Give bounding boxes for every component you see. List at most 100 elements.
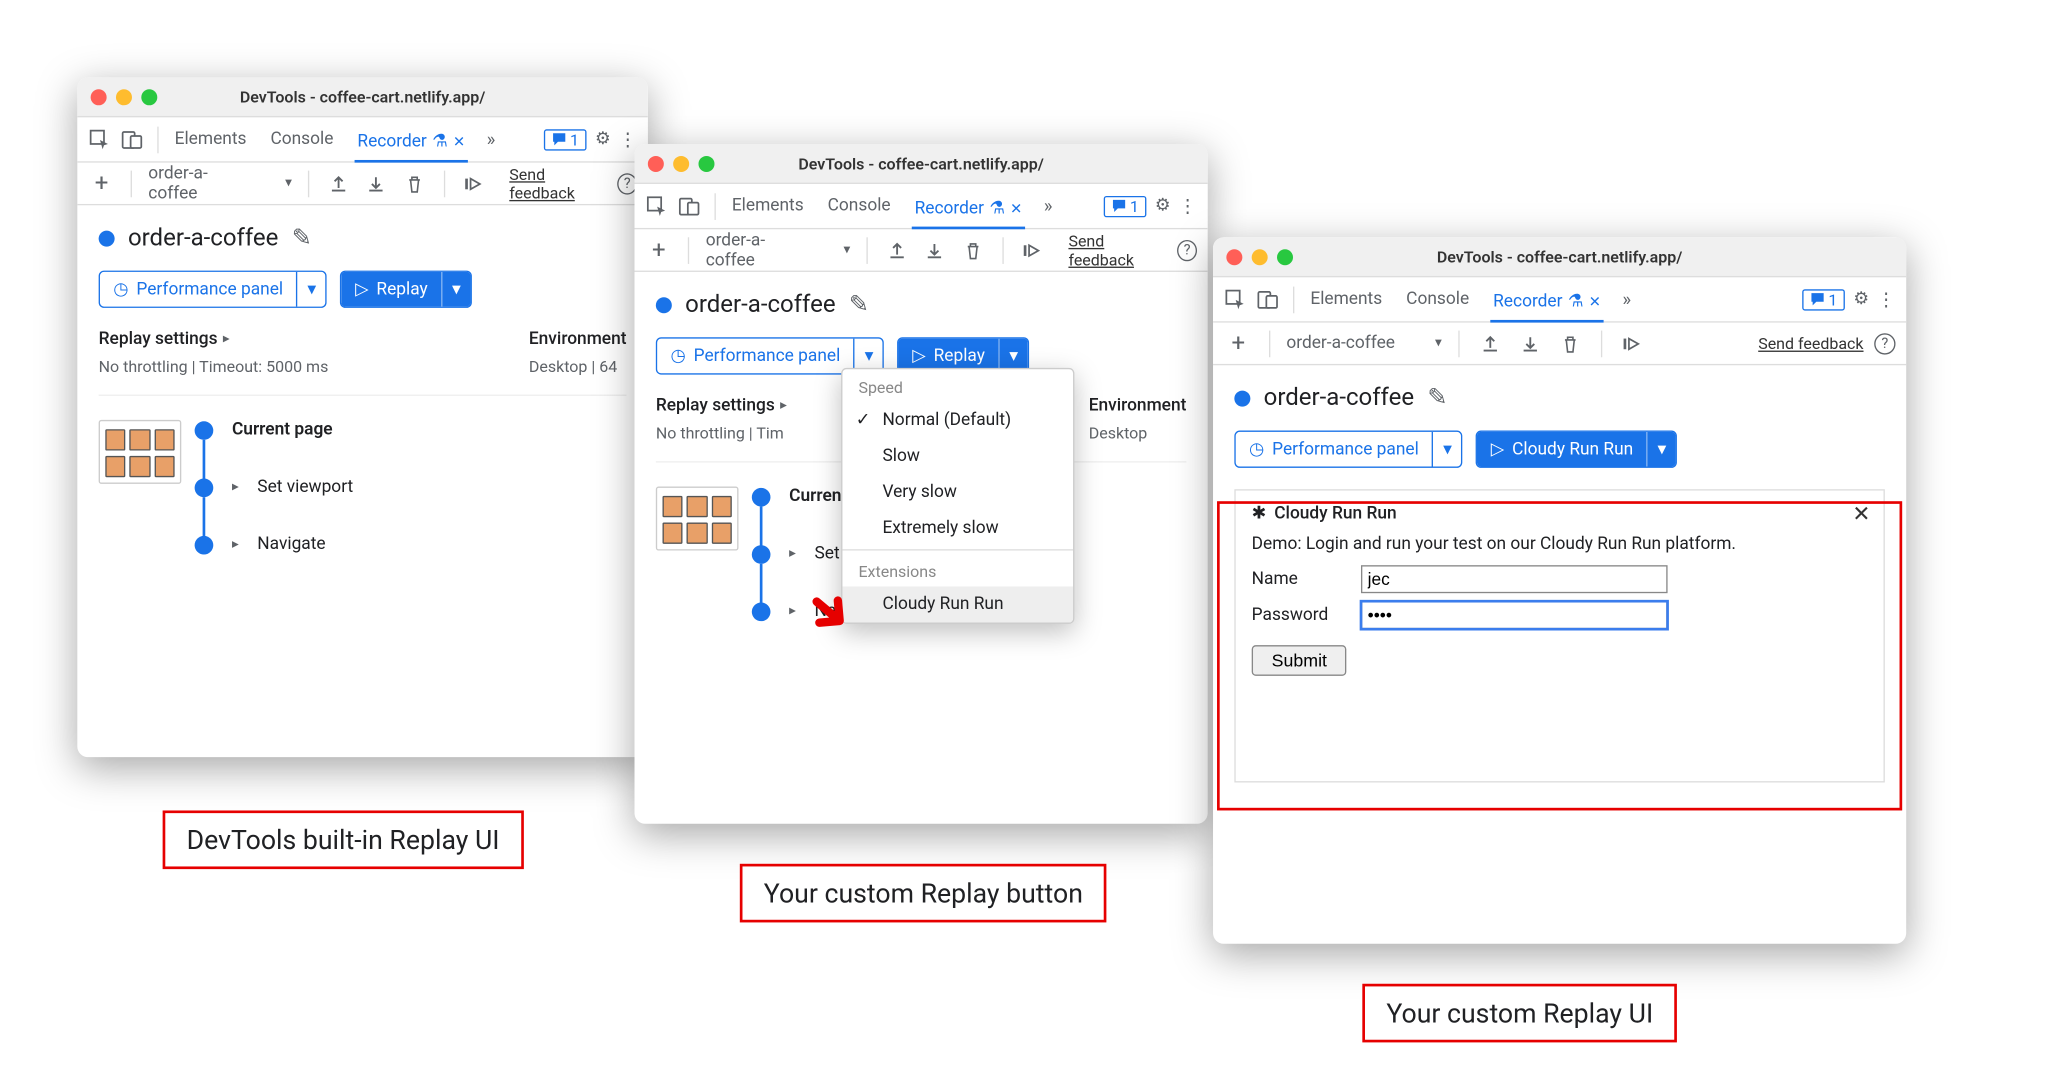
import-icon[interactable] bbox=[363, 169, 390, 198]
performance-panel-button[interactable]: ◷Performance panel▾ bbox=[1234, 431, 1462, 468]
add-recording-icon[interactable]: + bbox=[645, 235, 672, 264]
tab-recorder[interactable]: Recorder ⚗ ✕ bbox=[355, 124, 468, 163]
step-set-viewport[interactable]: ▸Set viewport bbox=[195, 477, 627, 497]
issues-badge[interactable]: 1 bbox=[543, 129, 587, 150]
speed-option-normal[interactable]: Normal (Default) bbox=[842, 403, 1073, 439]
issues-badge[interactable]: 1 bbox=[1103, 195, 1147, 216]
recording-select[interactable]: order-a-coffee▾ bbox=[1286, 333, 1441, 353]
device-toggle-icon[interactable] bbox=[120, 127, 144, 151]
tab-close-icon[interactable]: ✕ bbox=[453, 133, 465, 150]
import-icon[interactable] bbox=[1515, 329, 1544, 358]
delete-icon[interactable] bbox=[959, 235, 986, 264]
step-navigate[interactable]: ▸Navigate bbox=[195, 535, 627, 555]
kebab-menu-icon[interactable]: ⋮ bbox=[1877, 289, 1896, 310]
recording-title: order-a-coffee bbox=[1264, 384, 1414, 412]
gauge-icon: ◷ bbox=[113, 279, 128, 299]
tab-elements[interactable]: Elements bbox=[1308, 281, 1385, 317]
more-tabs-icon[interactable]: » bbox=[1044, 195, 1053, 216]
extension-option-cloudy[interactable]: Cloudy Run Run bbox=[842, 587, 1073, 623]
edit-icon[interactable]: ✎ bbox=[1427, 384, 1447, 412]
zoom-icon[interactable] bbox=[698, 155, 714, 171]
edit-icon[interactable]: ✎ bbox=[292, 224, 312, 252]
step-icon[interactable] bbox=[1020, 235, 1047, 264]
delete-icon[interactable] bbox=[1555, 329, 1584, 358]
settings-gear-icon[interactable]: ⚙ bbox=[1853, 289, 1869, 309]
export-icon[interactable] bbox=[325, 169, 352, 198]
tab-recorder[interactable]: Recorder ⚗ ✕ bbox=[912, 191, 1025, 230]
minimize-icon[interactable] bbox=[116, 89, 132, 105]
performance-panel-button[interactable]: ◷Performance panel ▾ bbox=[99, 271, 327, 308]
window-title: DevTools - coffee-cart.netlify.app/ bbox=[1437, 247, 1683, 266]
tab-elements[interactable]: Elements bbox=[172, 121, 249, 157]
environment-head: Environment bbox=[1089, 396, 1187, 416]
tab-console[interactable]: Console bbox=[825, 188, 893, 224]
flask-icon: ⚗ bbox=[989, 199, 1005, 219]
custom-replay-button[interactable]: ▷Cloudy Run Run▾ bbox=[1476, 431, 1677, 468]
devtools-window-2: DevTools - coffee-cart.netlify.app/ Elem… bbox=[635, 144, 1208, 824]
send-feedback-link[interactable]: Send feedback bbox=[1068, 231, 1166, 268]
inspect-icon[interactable] bbox=[1224, 287, 1248, 311]
zoom-icon[interactable] bbox=[141, 89, 157, 105]
flask-icon: ⚗ bbox=[432, 132, 448, 152]
chevron-down-icon[interactable]: ▾ bbox=[1647, 432, 1676, 467]
delete-icon[interactable] bbox=[401, 169, 428, 198]
inspect-icon[interactable] bbox=[645, 194, 669, 218]
send-feedback-link[interactable]: Send feedback bbox=[509, 165, 606, 202]
export-icon[interactable] bbox=[1475, 329, 1504, 358]
speed-option-slow[interactable]: Slow bbox=[842, 439, 1073, 475]
play-icon: ▷ bbox=[355, 279, 368, 299]
replay-settings-values: No throttling | Timeout: 5000 ms bbox=[99, 357, 329, 376]
tab-console[interactable]: Console bbox=[268, 121, 336, 157]
recording-select[interactable]: order-a-coffee ▾ bbox=[148, 163, 292, 203]
issues-badge[interactable]: 1 bbox=[1802, 289, 1846, 310]
kebab-menu-icon[interactable]: ⋮ bbox=[1178, 195, 1197, 216]
devtools-window-1: DevTools - coffee-cart.netlify.app/ Elem… bbox=[77, 77, 648, 757]
tab-elements[interactable]: Elements bbox=[729, 188, 806, 224]
tab-console[interactable]: Console bbox=[1404, 281, 1472, 317]
more-tabs-icon[interactable]: » bbox=[487, 129, 496, 150]
window-title: DevTools - coffee-cart.netlify.app/ bbox=[240, 87, 486, 106]
close-icon[interactable] bbox=[648, 155, 664, 171]
inspect-icon[interactable] bbox=[88, 127, 112, 151]
device-toggle-icon[interactable] bbox=[677, 194, 701, 218]
replay-button[interactable]: ▷Replay ▾ bbox=[340, 271, 471, 308]
chevron-down-icon[interactable]: ▾ bbox=[1432, 432, 1461, 467]
import-icon[interactable] bbox=[921, 235, 948, 264]
minimize-icon[interactable] bbox=[673, 155, 689, 171]
tab-close-icon[interactable]: ✕ bbox=[1589, 293, 1601, 310]
help-icon[interactable]: ? bbox=[1177, 239, 1197, 260]
zoom-icon[interactable] bbox=[1277, 249, 1293, 265]
speed-option-extremely-slow[interactable]: Extremely slow bbox=[842, 511, 1073, 547]
export-icon[interactable] bbox=[883, 235, 910, 264]
send-feedback-link[interactable]: Send feedback bbox=[1758, 334, 1863, 353]
annotation-highlight-box bbox=[1217, 501, 1902, 810]
environment-head: Environment bbox=[529, 329, 627, 349]
speed-option-very-slow[interactable]: Very slow bbox=[842, 475, 1073, 511]
chevron-down-icon[interactable]: ▾ bbox=[441, 272, 470, 307]
minimize-icon[interactable] bbox=[1252, 249, 1268, 265]
replay-speed-dropdown: Speed Normal (Default) Slow Very slow Ex… bbox=[841, 368, 1074, 624]
titlebar: DevTools - coffee-cart.netlify.app/ bbox=[77, 77, 648, 117]
settings-gear-icon[interactable]: ⚙ bbox=[1155, 196, 1171, 216]
step-icon[interactable] bbox=[1618, 329, 1647, 358]
replay-settings-head[interactable]: Replay settings ▸ bbox=[656, 396, 787, 416]
settings-gear-icon[interactable]: ⚙ bbox=[595, 129, 611, 149]
edit-icon[interactable]: ✎ bbox=[849, 291, 869, 319]
step-current-page[interactable]: Current page bbox=[195, 420, 627, 440]
recording-title: order-a-coffee bbox=[685, 291, 835, 319]
help-icon[interactable]: ? bbox=[1874, 333, 1895, 354]
add-recording-icon[interactable]: + bbox=[1224, 329, 1253, 358]
chevron-down-icon[interactable]: ▾ bbox=[296, 272, 325, 307]
close-icon[interactable] bbox=[91, 89, 107, 105]
step-icon[interactable] bbox=[461, 169, 488, 198]
tab-close-icon[interactable]: ✕ bbox=[1010, 200, 1022, 217]
thumbnail bbox=[656, 487, 739, 551]
close-icon[interactable] bbox=[1226, 249, 1242, 265]
replay-settings-head[interactable]: Replay settings ▸ bbox=[99, 329, 329, 349]
tab-recorder[interactable]: Recorder ⚗ ✕ bbox=[1490, 284, 1603, 323]
recording-select[interactable]: order-a-coffee▾ bbox=[706, 230, 850, 270]
chevron-down-icon: ▾ bbox=[285, 176, 292, 191]
device-toggle-icon[interactable] bbox=[1256, 287, 1280, 311]
add-recording-icon[interactable]: + bbox=[88, 169, 115, 198]
more-tabs-icon[interactable]: » bbox=[1622, 289, 1631, 310]
